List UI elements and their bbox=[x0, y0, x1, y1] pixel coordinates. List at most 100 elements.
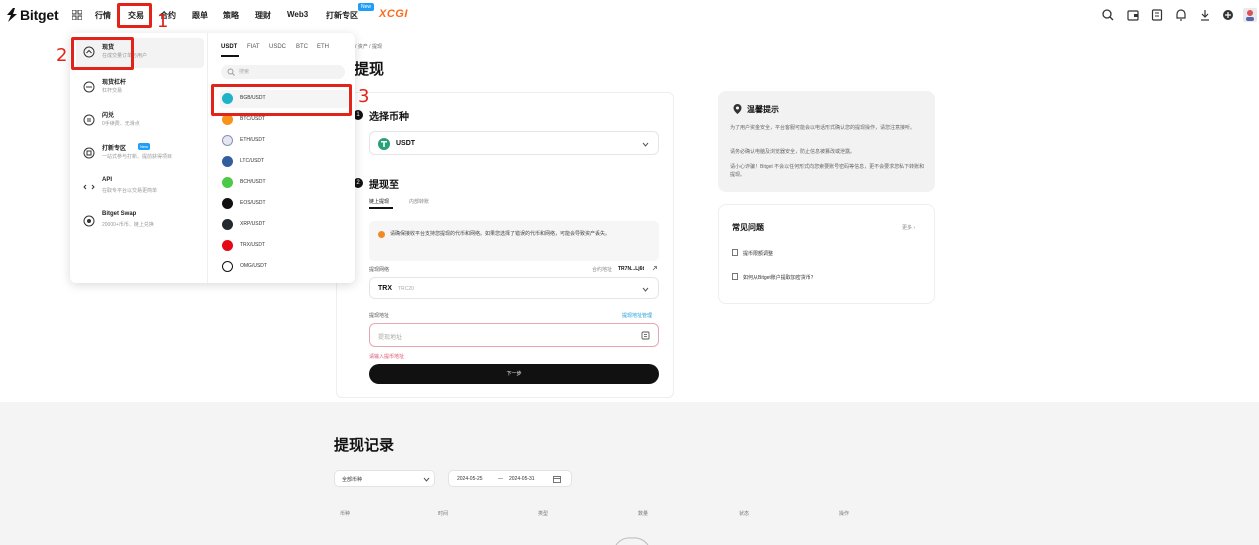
nav-strategy[interactable]: 策略 bbox=[223, 10, 239, 21]
pair-search-input[interactable]: 搜索 bbox=[221, 65, 345, 79]
tips-title: 温馨提示 bbox=[747, 105, 779, 114]
top-nav-bar: Bitget 行情 交易 合约 跟单 策略 理财 Web3 打新专区 New X… bbox=[0, 0, 1259, 32]
annotation-number-1: 1 bbox=[157, 11, 169, 32]
pair-ltc-usdt[interactable]: LTC/USDT bbox=[220, 153, 348, 171]
faq-more-link[interactable]: 更多 › bbox=[902, 224, 915, 231]
faq-item-1[interactable]: 提币限额调整 bbox=[743, 250, 773, 257]
download-icon[interactable] bbox=[1198, 8, 1212, 22]
address-placeholder: 提现地址 bbox=[378, 335, 403, 341]
coin-filter-select[interactable]: 全部币种 bbox=[334, 470, 435, 487]
notice-text: 请确保接收平台支持您提现的代币和网络。如果您选择了错误的代币和网络，可能会导致资… bbox=[390, 231, 611, 237]
xrp-icon bbox=[222, 219, 233, 230]
menu-item-subtitle: 杠杆交易 bbox=[102, 88, 123, 94]
bch-icon bbox=[222, 177, 233, 188]
pair-label: LTC/USDT bbox=[240, 158, 265, 164]
annotation-number-2: 2 bbox=[56, 45, 68, 66]
orders-icon[interactable] bbox=[1150, 8, 1164, 22]
currency-tab-eth[interactable]: ETH bbox=[317, 44, 329, 50]
col-status: 状态 bbox=[739, 511, 750, 517]
page-title: 提现 bbox=[354, 61, 385, 78]
xcgi-promo[interactable]: XCGI bbox=[379, 8, 408, 20]
pair-eos-usdt[interactable]: EOS/USDT bbox=[220, 195, 348, 213]
col-amount: 数量 bbox=[638, 511, 649, 517]
tab-internal[interactable]: 内部转账 bbox=[409, 198, 429, 205]
tab-underline bbox=[369, 207, 393, 209]
network-sub: TRC20 bbox=[398, 286, 414, 292]
search-placeholder: 搜索 bbox=[239, 69, 250, 75]
menu-item-title: Bitget Swap bbox=[102, 211, 137, 217]
trade-menu-list: 现货 在成交量订单与用户 现货杠杆 杠杆交易 闪兑 0手续费、无滑点 打新专区 … bbox=[70, 33, 208, 283]
address-book-icon[interactable] bbox=[641, 331, 650, 340]
network-select[interactable]: TRX TRC20 bbox=[369, 277, 659, 299]
trade-dropdown-menu: 现货 在成交量订单与用户 现货杠杆 杠杆交易 闪兑 0手续费、无滑点 打新专区 … bbox=[70, 33, 355, 283]
margin-icon bbox=[83, 81, 95, 93]
menu-item-convert[interactable]: 闪兑 0手续费、无滑点 bbox=[76, 106, 204, 136]
tips-para-2: 请务必确认电脑及浏览器安全，防止信息被篡改或泄露。 bbox=[730, 149, 856, 155]
launchpad-icon bbox=[83, 147, 95, 159]
network-label: 提现网络 bbox=[369, 267, 390, 273]
address-manage-link[interactable]: 提现地址管理 bbox=[622, 312, 652, 319]
pair-trx-usdt[interactable]: TRX/USDT bbox=[220, 237, 348, 255]
api-icon bbox=[83, 184, 95, 190]
currency-tab-btc[interactable]: BTC bbox=[296, 44, 308, 50]
contract-value[interactable]: TR7N...Lj6t bbox=[618, 266, 644, 272]
tab-onchain[interactable]: 链上提现 bbox=[369, 198, 389, 205]
step2-title: 提现至 bbox=[369, 180, 399, 191]
menu-item-title: API bbox=[102, 177, 113, 183]
menu-item-new-badge: New bbox=[138, 143, 151, 150]
link-icon[interactable] bbox=[651, 265, 658, 272]
currency-tab-usdt[interactable]: USDT bbox=[221, 44, 237, 50]
bell-icon[interactable] bbox=[1174, 8, 1188, 22]
nav-earn[interactable]: 理财 bbox=[255, 10, 271, 21]
omg-icon bbox=[222, 261, 233, 272]
document-icon bbox=[732, 273, 738, 280]
currency-tab-usdc[interactable]: USDC bbox=[269, 44, 286, 50]
pair-bch-usdt[interactable]: BCH/USDT bbox=[220, 174, 348, 192]
globe-icon[interactable] bbox=[1221, 8, 1235, 22]
pair-label: XRP/USDT bbox=[240, 221, 266, 227]
nav-new-badge: New bbox=[358, 3, 375, 11]
address-label: 提现地址 bbox=[369, 313, 390, 319]
swap-icon bbox=[83, 215, 95, 227]
breadcrumb[interactable]: / 资产 / 提现 bbox=[355, 43, 382, 50]
annotation-box-3 bbox=[211, 84, 352, 116]
wallet-icon[interactable] bbox=[1126, 8, 1140, 22]
pair-label: EOS/USDT bbox=[240, 200, 266, 206]
date-range-picker[interactable]: 2024-05-25 — 2024-05-31 bbox=[448, 470, 572, 487]
nav-launchpad[interactable]: 打新专区 bbox=[326, 10, 358, 21]
pair-eth-usdt[interactable]: ETH/USDT bbox=[220, 132, 348, 150]
menu-item-bitget-swap[interactable]: Bitget Swap 20000+币币、链上兑换 bbox=[76, 207, 204, 237]
faq-item-2[interactable]: 如何从Bitget账户提取加密货币？ bbox=[743, 274, 816, 281]
contract-label: 合约地址 bbox=[592, 267, 613, 273]
apps-grid-icon[interactable] bbox=[72, 10, 82, 20]
address-input[interactable]: 提现地址 bbox=[369, 323, 659, 347]
pair-label: ETH/USDT bbox=[240, 137, 265, 143]
menu-item-subtitle: 在取专平台以交易更简单 bbox=[102, 188, 158, 194]
pair-label: OMG/USDT bbox=[240, 263, 267, 269]
address-error: 请输入提币地址 bbox=[369, 354, 405, 360]
nav-copy-trading[interactable]: 跟单 bbox=[192, 10, 208, 21]
tips-para-1: 为了用户资金安全，平台客服可能会以电话形式确认您的提现操作，请您注意接听。 bbox=[730, 125, 916, 131]
currency-tab-fiat[interactable]: FIAT bbox=[247, 44, 260, 50]
next-button[interactable]: 下一步 bbox=[369, 364, 659, 384]
network-value: TRX bbox=[378, 285, 392, 292]
menu-item-launchpad[interactable]: 打新专区 New 一站式参与打新、提前获得项目 bbox=[76, 139, 204, 169]
tips-para-3: 请小心诈骗！Bitget 不会以任何形式向您索要账号密码等信息，更不会要求您私下… bbox=[730, 164, 925, 178]
avatar[interactable] bbox=[1243, 8, 1257, 22]
nav-web3[interactable]: Web3 bbox=[287, 10, 308, 19]
coin-filter-value: 全部币种 bbox=[342, 477, 363, 483]
nav-markets[interactable]: 行情 bbox=[95, 10, 111, 21]
menu-item-margin[interactable]: 现货杠杆 杠杆交易 bbox=[76, 73, 204, 103]
bitget-logo[interactable]: Bitget bbox=[6, 7, 59, 23]
spot-pairs-panel: USDT FIAT USDC BTC ETH 搜索 BGB/USDT BTC/U… bbox=[210, 33, 355, 283]
pair-xrp-usdt[interactable]: XRP/USDT bbox=[220, 216, 348, 234]
search-icon bbox=[227, 68, 235, 76]
coin-select[interactable]: USDT bbox=[369, 131, 659, 155]
eos-icon bbox=[222, 198, 233, 209]
menu-item-api[interactable]: API 在取专平台以交易更简单 bbox=[76, 173, 204, 203]
location-pin-icon bbox=[733, 104, 742, 114]
ltc-icon bbox=[222, 156, 233, 167]
search-icon[interactable] bbox=[1101, 8, 1115, 22]
chevron-down-icon bbox=[423, 477, 430, 482]
pair-omg-usdt[interactable]: OMG/USDT bbox=[220, 258, 348, 276]
